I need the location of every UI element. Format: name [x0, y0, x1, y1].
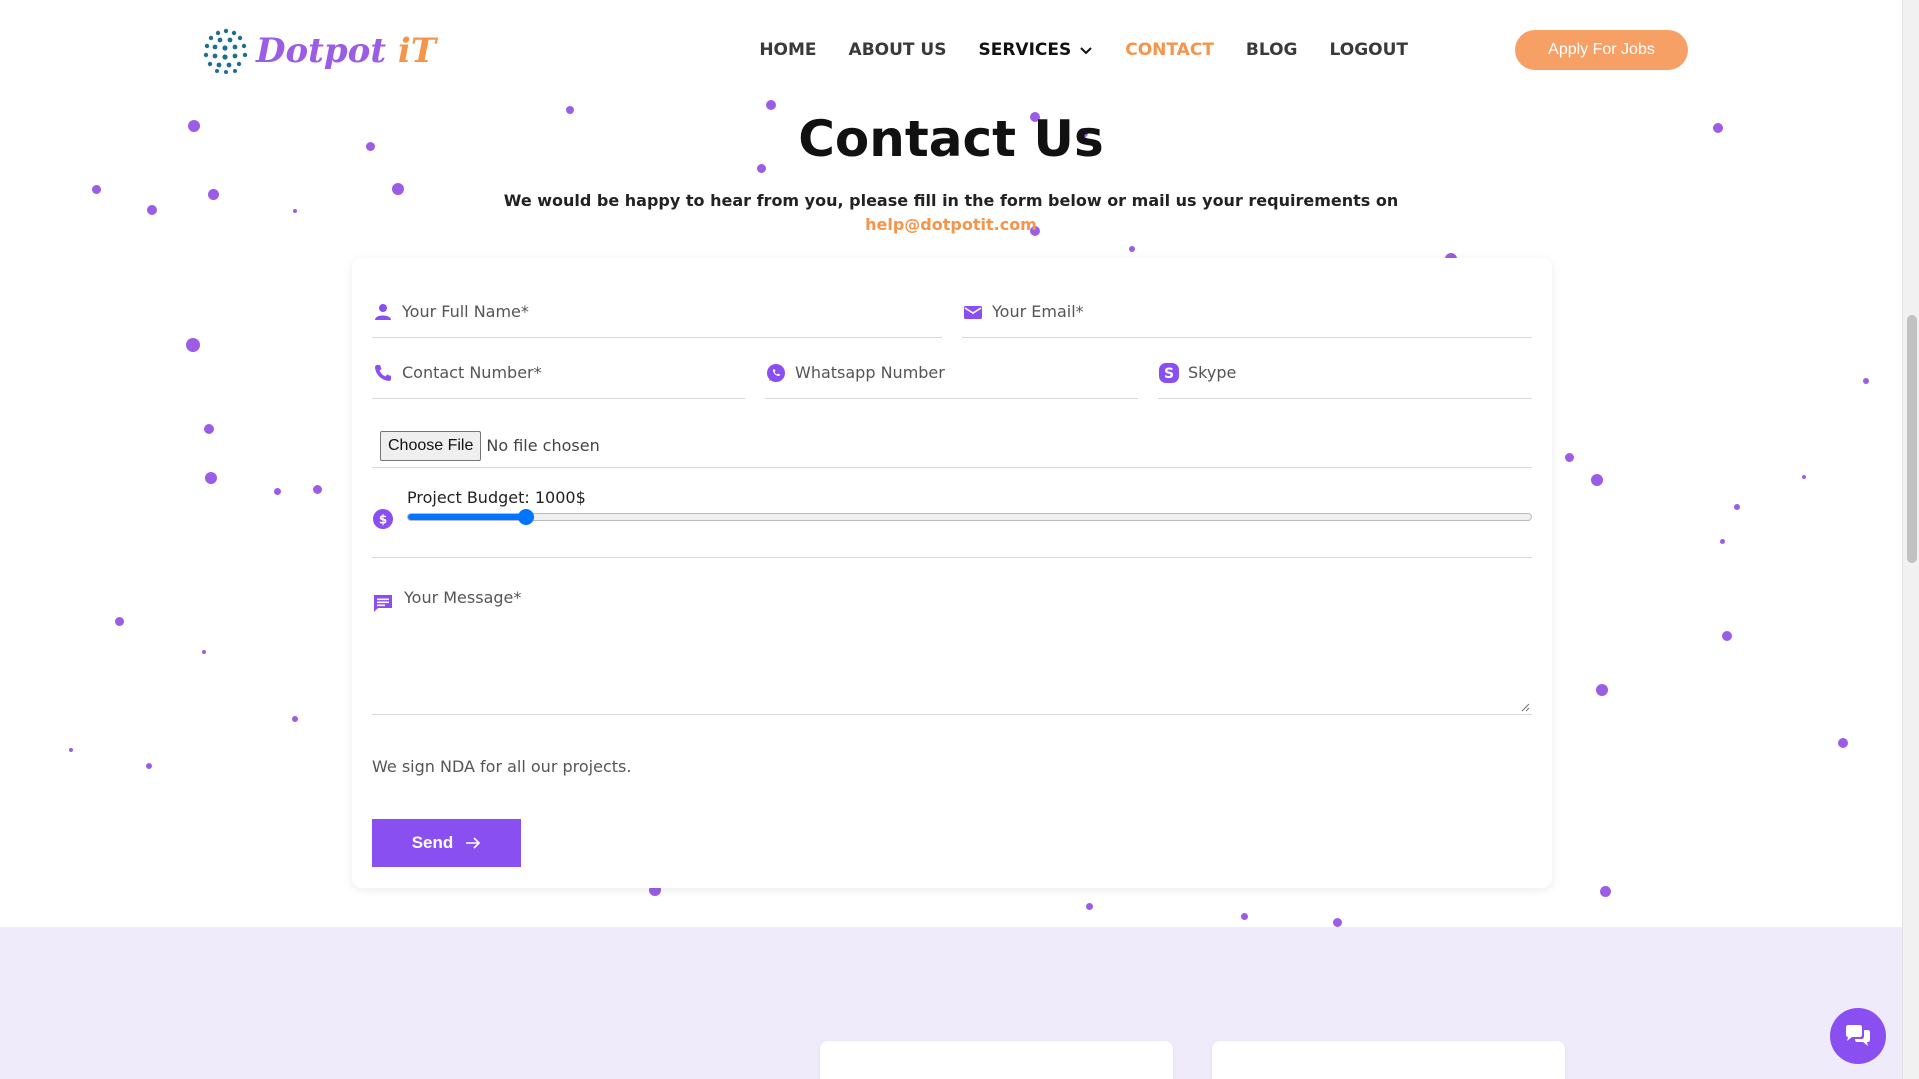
nav-services-label: SERVICES	[978, 40, 1072, 60]
particle-dot	[1719, 538, 1725, 544]
particle-dot	[1802, 475, 1806, 479]
choose-file-button[interactable]: Choose File	[380, 430, 482, 461]
nav-about-us[interactable]: ABOUT US	[849, 40, 947, 60]
message-icon	[374, 595, 392, 612]
globe-logo-icon	[203, 28, 248, 74]
whatsapp-placeholder: Whatsapp Number	[795, 363, 945, 382]
svg-text:S: S	[1164, 366, 1174, 382]
particle-dot	[312, 484, 322, 494]
contact-number-field[interactable]: Contact Number*	[372, 347, 745, 399]
logo-wordmark-primary: Dotpot	[256, 31, 387, 71]
nav-services[interactable]: SERVICES	[978, 40, 1093, 60]
budget-slider-thumb[interactable]	[517, 509, 534, 525]
file-status-text: No file chosen	[486, 436, 600, 455]
svg-text:$: $	[379, 513, 387, 527]
particle-dot	[1734, 504, 1740, 510]
email-placeholder: Your Email*	[992, 302, 1084, 321]
project-budget-control: $ Project Budget: 1000$	[372, 488, 1532, 558]
particle-dot	[1240, 912, 1248, 920]
nav-contact[interactable]: CONTACT	[1125, 40, 1214, 60]
send-button-label: Send	[411, 833, 454, 852]
particle-dot	[1596, 684, 1608, 696]
chat-bubbles-icon	[1846, 1025, 1870, 1046]
skype-field[interactable]: S Skype	[1158, 347, 1532, 399]
main-nav: HOME ABOUT US SERVICES CONTACT BLOG LOGO…	[759, 0, 1408, 100]
particle-dot	[204, 424, 214, 434]
site-header: Dotpot iT HOME ABOUT US SERVICES CONTACT…	[0, 0, 1902, 100]
page-title: Contact Us	[798, 110, 1104, 168]
budget-slider[interactable]	[407, 509, 1532, 525]
particle-dot	[186, 338, 200, 352]
phone-icon	[375, 364, 391, 381]
logo-wordmark-accent: iT	[397, 31, 437, 71]
file-upload-row: Choose File No file chosen	[372, 424, 1532, 468]
particle-dot	[1564, 452, 1574, 462]
page-subtitle: We would be happy to hear from you, plea…	[503, 191, 1399, 210]
project-budget-label: Project Budget: 1000$	[407, 488, 586, 507]
particle-dot	[1722, 631, 1732, 641]
nav-home[interactable]: HOME	[759, 40, 816, 60]
particle-dot	[1599, 885, 1611, 897]
particle-dot	[1085, 902, 1093, 910]
contact-form: Your Full Name* Your Email* Contact Numb…	[352, 258, 1552, 888]
person-icon	[375, 303, 391, 320]
page: Dotpot iT HOME ABOUT US SERVICES CONTACT…	[0, 0, 1902, 1079]
resize-handle-icon[interactable]	[1520, 702, 1530, 712]
skype-icon: S	[1159, 362, 1179, 383]
whatsapp-icon	[767, 363, 785, 382]
nav-blog[interactable]: BLOG	[1246, 40, 1298, 60]
particle-dot	[1838, 738, 1848, 748]
contact-email-link[interactable]: help@dotpotit.com	[0, 215, 1902, 234]
skype-placeholder: Skype	[1188, 363, 1237, 382]
full-name-field[interactable]: Your Full Name*	[372, 286, 942, 338]
email-field[interactable]: Your Email*	[962, 286, 1532, 338]
chevron-down-icon	[1080, 47, 1092, 55]
message-placeholder: Your Message*	[404, 588, 522, 607]
particle-dot	[1863, 378, 1869, 384]
particle-dot	[202, 650, 206, 654]
send-button[interactable]: Send	[372, 819, 521, 867]
nav-logout[interactable]: LOGOUT	[1330, 40, 1408, 60]
dollar-icon: $	[373, 509, 393, 529]
logo-wordmark: Dotpot iT	[256, 31, 436, 71]
particle-dot	[146, 763, 152, 769]
particle-dot	[292, 716, 298, 722]
particle-dot	[273, 487, 281, 495]
particle-dot	[205, 472, 217, 484]
whatsapp-field[interactable]: Whatsapp Number	[765, 347, 1138, 399]
particle-dot	[1332, 917, 1342, 927]
budget-slider-fill	[408, 514, 526, 520]
nda-note: We sign NDA for all our projects.	[372, 757, 632, 776]
particle-dot	[1591, 474, 1603, 486]
particle-dot	[114, 616, 124, 626]
page-scrollbar[interactable]	[1902, 0, 1919, 1079]
chat-button[interactable]	[1830, 1008, 1886, 1064]
particle-dot	[766, 100, 776, 110]
info-card	[820, 1041, 1173, 1079]
envelope-icon	[964, 305, 982, 319]
apply-for-jobs-button[interactable]: Apply For Jobs	[1515, 30, 1688, 70]
full-name-placeholder: Your Full Name*	[402, 302, 529, 321]
scrollbar-thumb[interactable]	[1907, 315, 1917, 563]
contact-number-placeholder: Contact Number*	[402, 363, 542, 382]
site-logo[interactable]: Dotpot iT	[200, 24, 436, 78]
arrow-right-icon	[466, 837, 481, 849]
info-card	[1212, 1041, 1565, 1079]
lower-section	[0, 927, 1902, 1079]
particle-dot	[69, 748, 73, 752]
message-field[interactable]: Your Message*	[372, 578, 1532, 715]
particle-dot	[1129, 246, 1135, 252]
